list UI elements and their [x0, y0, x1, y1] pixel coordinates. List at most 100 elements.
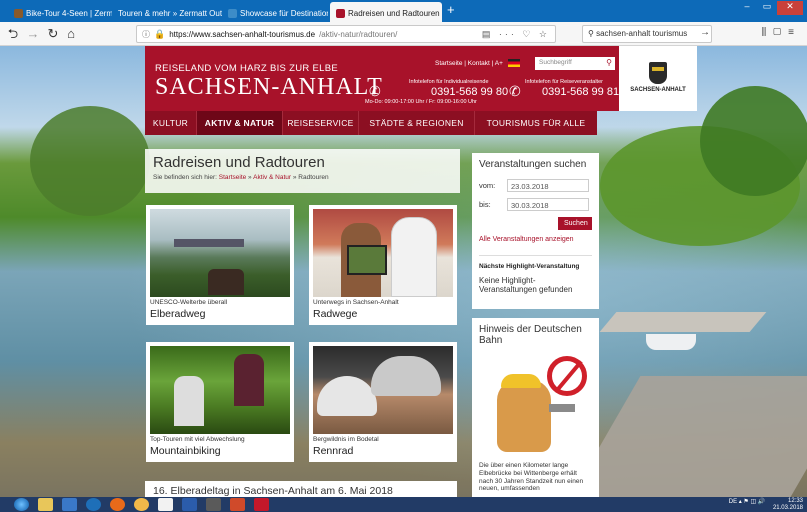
card-image: [313, 346, 453, 434]
phone-icon: ✆: [369, 83, 381, 99]
browser-tab[interactable]: Touren & mehr » Zermatt Outdoo... ✕: [112, 2, 222, 22]
from-date-input[interactable]: 23.03.2018: [507, 179, 589, 192]
browser-tab[interactable]: Showcase für Destinationen: Ca... ✕: [222, 2, 328, 22]
to-date-input[interactable]: 30.03.2018: [507, 198, 589, 211]
browser-navbar: ⮌ → ↻ ⌂ ⓘ 🔒 https://www.sachsen-anhalt-t…: [0, 22, 807, 46]
card-image: [150, 346, 290, 434]
new-tab-icon[interactable]: +: [447, 2, 455, 17]
file-explorer-icon[interactable]: [38, 498, 53, 511]
coat-of-arms-logo[interactable]: SACHSEN-ANHALT: [619, 46, 697, 111]
app-icon[interactable]: [206, 498, 221, 511]
address-bar[interactable]: ⓘ 🔒 https://www.sachsen-anhalt-tourismus…: [136, 25, 556, 43]
teaser-card-elberadweg[interactable]: UNESCO-Welterbe überall Elberadweg: [146, 205, 294, 325]
site-brand-logo[interactable]: SACHSEN-ANHALT: [155, 74, 383, 101]
search-go-icon[interactable]: →: [700, 27, 710, 38]
lock-icon: 🔒: [154, 28, 166, 39]
webpage: REISELAND VOM HARZ BIS ZUR ELBE SACHSEN-…: [0, 46, 807, 497]
no-bicycles-sign-icon: [547, 356, 587, 396]
breadcrumb-prefix: Sie befinden sich hier:: [153, 174, 217, 181]
url-host: https://www.sachsen-anhalt-tourismus.de: [169, 29, 316, 39]
page-title: Radreisen und Radtouren: [153, 154, 325, 171]
window-close-icon[interactable]: ✕: [777, 1, 803, 15]
page-heading-box: Radreisen und Radtouren Sie befinden sic…: [145, 149, 460, 193]
acrobat-icon[interactable]: [254, 498, 269, 511]
system-tray[interactable]: DE ▴ ⚑ ◫ 🔊 12:33 21.03.2018: [729, 498, 803, 511]
back-arrow-icon[interactable]: ⮌: [4, 25, 22, 43]
chrome-icon[interactable]: [134, 498, 149, 511]
browser-search-value: sachsen-anhalt tourismus: [596, 29, 688, 38]
breadcrumb-section-link[interactable]: Aktiv & Natur: [253, 174, 291, 181]
background-photo: [599, 312, 767, 332]
media-player-icon[interactable]: [62, 498, 77, 511]
clock-date: 21.03.2018: [772, 504, 803, 511]
teaser-card-mountainbiking[interactable]: Top-Touren mit viel Abwechslung Mountain…: [146, 342, 294, 462]
highlight-text: Keine Highlight-Veranstaltungen gefunden: [479, 276, 573, 295]
firefox-icon[interactable]: [110, 498, 125, 511]
start-button-icon[interactable]: [14, 498, 29, 511]
coat-of-arms-text: SACHSEN-ANHALT: [630, 87, 686, 93]
browser-icon[interactable]: [86, 498, 101, 511]
card-title[interactable]: Mountainbiking: [150, 445, 290, 457]
home-icon[interactable]: ⌂: [62, 25, 80, 43]
all-events-link[interactable]: Alle Veranstaltungen anzeigen: [479, 236, 592, 243]
info-icon[interactable]: ⓘ: [142, 29, 150, 40]
toolbar-icons[interactable]: ⫼▢≡: [762, 27, 801, 38]
tab-favicon-icon: [228, 9, 237, 18]
browser-tab[interactable]: Bike-Tour 4-Seen | Zermatt, Sc... ✕: [8, 2, 112, 22]
app-icon[interactable]: [158, 498, 173, 511]
background-photo: [30, 106, 150, 216]
powerpoint-icon[interactable]: [230, 498, 245, 511]
bahn-notice-text: Die über einen Kilometer lange Elbebrück…: [479, 462, 584, 493]
card-title[interactable]: Rennrad: [313, 445, 453, 457]
phone2-number[interactable]: 0391-568 99 81: [542, 86, 619, 98]
phone1-number[interactable]: 0391-568 99 80: [431, 86, 508, 98]
phone2-label: Infotelefon für Reiseveranstalter: [525, 79, 603, 85]
background-photo: [700, 86, 807, 196]
background-photo: [646, 334, 696, 350]
word-icon[interactable]: [182, 498, 197, 511]
phone-icon: ✆: [509, 83, 521, 99]
card-caption: Unterwegs in Sachsen-Anhalt: [313, 299, 399, 306]
card-title[interactable]: Radwege: [313, 308, 453, 320]
window-controls: – ▭ ✕: [737, 1, 803, 15]
menu-item-tourismus-fuer-alle[interactable]: TOURISMUS FÜR ALLE: [475, 111, 597, 135]
tab-label: Radreisen und Radtouren - Sac...: [348, 9, 442, 18]
card-title[interactable]: Elberadweg: [150, 308, 290, 320]
address-bar-tools[interactable]: ▤ ··· ♡ ☆: [482, 29, 550, 40]
tab-label: Bike-Tour 4-Seen | Zermatt, Sc...: [26, 9, 112, 18]
card-image: [150, 209, 290, 297]
breadcrumb-current: Radtouren: [298, 174, 329, 181]
teaser-card-radwege[interactable]: Unterwegs in Sachsen-Anhalt Radwege: [309, 205, 457, 325]
language-flag-icon[interactable]: [508, 59, 520, 67]
forward-arrow-icon[interactable]: →: [24, 25, 42, 43]
browser-search-input[interactable]: ⚲ sachsen-anhalt tourismus: [582, 25, 712, 43]
tab-favicon-icon: [14, 9, 23, 18]
minimize-icon[interactable]: –: [737, 1, 757, 15]
breadcrumb-home-link[interactable]: Startseite: [219, 174, 246, 181]
menu-item-staedte-regionen[interactable]: STÄDTE & REGIONEN: [359, 111, 475, 135]
browser-tab-strip: Bike-Tour 4-Seen | Zermatt, Sc... ✕ Tour…: [0, 0, 807, 22]
news-headline[interactable]: 16. Elberadeltag in Sachsen-Anhalt am 6.…: [145, 481, 457, 497]
bahn-notice-heading: Hinweis der Deutschen Bahn: [479, 324, 582, 346]
windows-taskbar: DE ▴ ⚑ ◫ 🔊 12:33 21.03.2018: [0, 497, 807, 512]
top-links[interactable]: Startseite | Kontakt | A+: [435, 60, 503, 67]
maximize-icon[interactable]: ▭: [757, 1, 777, 15]
tray-icons[interactable]: DE ▴ ⚑ ◫ 🔊: [729, 499, 766, 505]
coat-of-arms-icon: [649, 62, 667, 84]
browser-tab-active[interactable]: Radreisen und Radtouren - Sac... ✕: [330, 2, 442, 22]
office-hours: Mo-Do: 09:00-17:00 Uhr / Fr: 09:00-16:00…: [365, 99, 477, 105]
search-icon[interactable]: ⚲: [606, 58, 612, 67]
clock[interactable]: 12:33 21.03.2018: [773, 498, 803, 511]
search-icon: ⚲: [588, 29, 597, 38]
menu-item-reiseservice[interactable]: REISESERVICE: [283, 111, 359, 135]
reload-icon[interactable]: ↻: [44, 25, 62, 43]
site-tagline: REISELAND VOM HARZ BIS ZUR ELBE: [155, 63, 338, 74]
tab-label: Touren & mehr » Zermatt Outdoo...: [118, 9, 222, 18]
clock-time: 12:33: [787, 498, 803, 504]
menu-item-aktiv-natur[interactable]: AKTIV & NATUR: [197, 111, 283, 135]
menu-item-kultur[interactable]: KULTUR: [145, 111, 197, 135]
event-search-button[interactable]: Suchen: [558, 217, 592, 230]
teaser-card-rennrad[interactable]: Bergwildnis im Bodetal Rennrad: [309, 342, 457, 462]
phone1-label: Infotelefon für Individualreisende: [409, 79, 489, 85]
site-search-input[interactable]: Suchbegriff ⚲: [535, 57, 615, 70]
